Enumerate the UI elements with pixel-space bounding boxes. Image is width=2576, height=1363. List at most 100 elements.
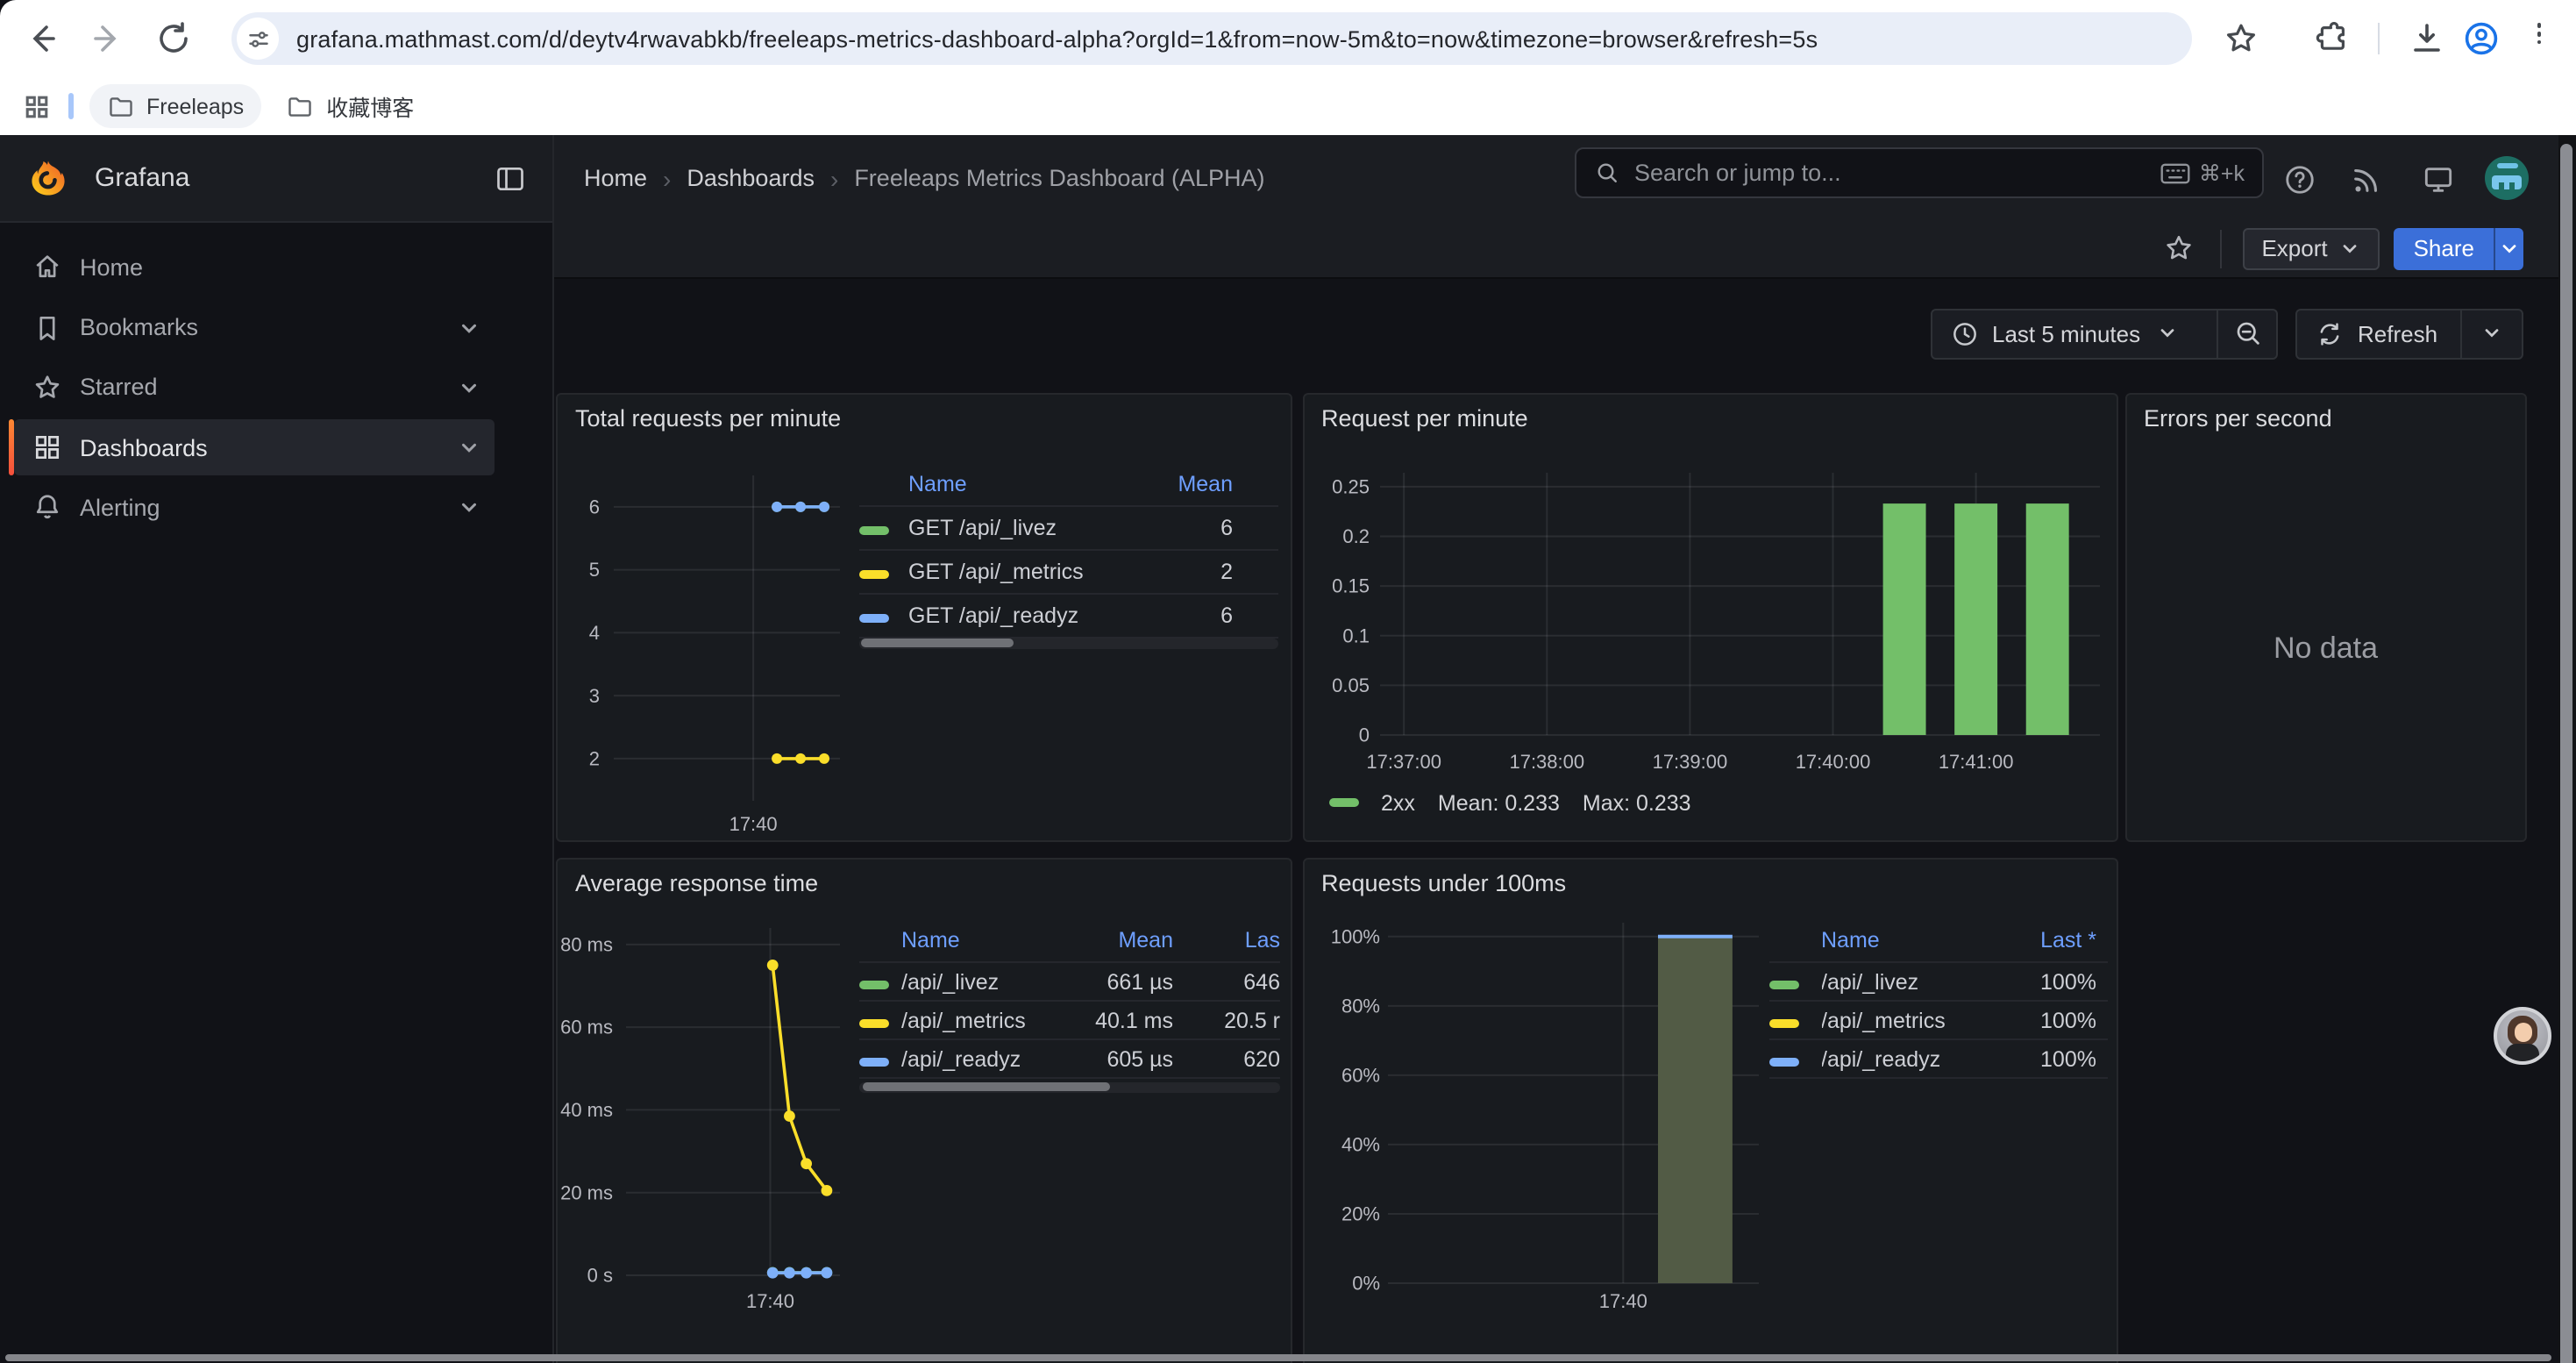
legend-row[interactable]: /api/_readyz100%: [1768, 1040, 2107, 1079]
reload-icon[interactable]: [154, 19, 193, 58]
sidebar-item-dashboards[interactable]: Dashboards: [13, 419, 494, 475]
svg-text:0.05: 0.05: [1331, 674, 1369, 696]
panel-avg-response-time: Average response time 80 ms60 ms40 ms20 …: [556, 858, 1292, 1363]
search-input[interactable]: Search or jump to... ⌘+k: [1575, 147, 2264, 198]
url-text[interactable]: grafana.mathmast.com/d/deytv4rwavabkb/fr…: [296, 25, 1818, 52]
clock-icon: [1952, 321, 1978, 347]
breadcrumb-home[interactable]: Home: [584, 165, 647, 191]
legend-row[interactable]: /api/_metrics40.1 ms20.5 r: [859, 1002, 1280, 1040]
column-header[interactable]: Mean: [1068, 927, 1173, 952]
panel-title[interactable]: Total requests per minute: [575, 404, 841, 431]
svg-text:17:40: 17:40: [729, 812, 778, 834]
export-button[interactable]: Export: [2242, 227, 2380, 270]
bookmarks-separator: [68, 93, 73, 119]
column-header[interactable]: Last *: [1996, 927, 2096, 952]
svg-text:0.15: 0.15: [1331, 574, 1369, 596]
chevron-down-icon[interactable]: [457, 496, 480, 519]
forward-icon[interactable]: [88, 19, 126, 58]
apps-grid-icon[interactable]: [21, 90, 53, 122]
chart-legend[interactable]: 2xx Mean: 0.233 Max: 0.233: [1328, 790, 1691, 815]
legend-row[interactable]: /api/_livez100%: [1768, 963, 2107, 1002]
share-menu-button[interactable]: [2494, 227, 2523, 270]
user-avatar[interactable]: [2485, 156, 2529, 200]
legend-table-header: NameMeanLas: [859, 917, 1280, 963]
assistant-avatar[interactable]: [2494, 1007, 2551, 1065]
panel-title[interactable]: Requests under 100ms: [1321, 870, 1566, 896]
svg-text:5: 5: [589, 558, 600, 580]
sidebar-toggle-icon[interactable]: [495, 162, 526, 194]
breadcrumb-dashboards[interactable]: Dashboards: [687, 165, 815, 191]
browser-menu-icon[interactable]: [2527, 19, 2551, 58]
chart-area[interactable]: 0.250.20.150.10.05017:37:0017:38:0017:39…: [1304, 394, 2119, 843]
news-rss-icon[interactable]: [2350, 162, 2383, 196]
legend-row[interactable]: /api/_readyz605 µs620: [859, 1040, 1280, 1079]
legend-series-name[interactable]: 2xx: [1381, 790, 1415, 815]
panel-title[interactable]: Errors per second: [2144, 404, 2332, 431]
sidebar-item-bookmarks[interactable]: Bookmarks: [13, 299, 494, 355]
sidebar-item-starred[interactable]: Starred: [13, 359, 494, 415]
panel-title[interactable]: Request per minute: [1321, 404, 1528, 431]
site-settings-icon[interactable]: [237, 18, 279, 60]
zoom-out-button[interactable]: [2217, 309, 2278, 359]
series-color-chip[interactable]: [859, 1018, 889, 1027]
bookmark-folder-blogs[interactable]: 收藏博客: [268, 84, 431, 128]
column-header[interactable]: Name: [1821, 927, 1996, 952]
help-icon[interactable]: [2283, 162, 2316, 196]
panel-title[interactable]: Average response time: [575, 870, 818, 896]
legend-max: Max: 0.233: [1583, 790, 1691, 815]
url-bar[interactable]: grafana.mathmast.com/d/deytv4rwavabkb/fr…: [231, 12, 2192, 65]
sidebar-item-alerting[interactable]: Alerting: [13, 479, 494, 535]
legend-row[interactable]: GET /api/_readyz6: [859, 594, 1278, 638]
legend-series-name: /api/_metrics: [1821, 1008, 1996, 1032]
extensions-icon[interactable]: [2313, 19, 2352, 58]
column-header[interactable]: Mean: [1156, 472, 1233, 496]
vertical-scrollbar-thumb[interactable]: [2560, 144, 2572, 1363]
column-header[interactable]: Name: [908, 472, 1156, 496]
svg-text:100%: 100%: [1330, 925, 1379, 947]
bookmark-star-icon[interactable]: [2222, 19, 2260, 58]
back-icon[interactable]: [23, 19, 61, 58]
grafana-logo[interactable]: [28, 158, 68, 198]
table-scrollbar[interactable]: [859, 638, 1278, 648]
vertical-scrollbar[interactable]: [2558, 135, 2576, 1363]
series-color-chip[interactable]: [859, 613, 889, 622]
sidebar-item-home[interactable]: Home: [13, 239, 494, 295]
bell-icon: [31, 491, 62, 523]
column-header[interactable]: Las: [1173, 927, 1280, 952]
legend-row[interactable]: GET /api/_livez6: [859, 506, 1278, 550]
profile-icon[interactable]: [2462, 19, 2501, 58]
legend-row[interactable]: GET /api/_metrics2: [859, 550, 1278, 594]
series-color-chip[interactable]: [1768, 1018, 1798, 1027]
refresh-button[interactable]: Refresh: [2295, 309, 2523, 359]
chevron-down-icon[interactable]: [457, 317, 480, 339]
chevron-down-icon[interactable]: [457, 376, 480, 399]
share-button[interactable]: Share: [2395, 227, 2494, 270]
series-color-chip[interactable]: [859, 1057, 889, 1066]
legend-row[interactable]: /api/_metrics100%: [1768, 1002, 2107, 1040]
browser-window: grafana.mathmast.com/d/deytv4rwavabkb/fr…: [0, 0, 2576, 1363]
table-scrollbar[interactable]: [859, 1081, 1280, 1092]
legend-series-name: /api/_livez: [901, 969, 1068, 994]
svg-text:17:40: 17:40: [1598, 1290, 1647, 1312]
bookmark-folder-freeleaps[interactable]: Freeleaps: [89, 84, 261, 128]
monitor-icon[interactable]: [2422, 162, 2455, 196]
toolbar-separator: [2378, 23, 2380, 54]
series-color-chip[interactable]: [859, 569, 889, 578]
series-color-chip[interactable]: [1768, 1057, 1798, 1066]
svg-text:0.25: 0.25: [1331, 475, 1369, 496]
series-color-chip[interactable]: [859, 980, 889, 988]
downloads-icon[interactable]: [2408, 19, 2446, 58]
series-color-chip[interactable]: [859, 525, 889, 534]
column-header[interactable]: Name: [901, 927, 1068, 952]
time-range-picker[interactable]: Last 5 minutes: [1931, 309, 2218, 359]
horizontal-scrollbar[interactable]: [5, 1353, 2551, 1361]
chevron-down-icon[interactable]: [457, 437, 480, 460]
favorite-star-icon[interactable]: [2161, 232, 2195, 266]
legend-value: 20.5 r: [1173, 1008, 1280, 1032]
series-color-chip[interactable]: [1768, 980, 1798, 988]
bookmark-icon: [31, 311, 62, 343]
chevron-down-icon: [2156, 324, 2177, 345]
chevron-down-icon[interactable]: [2481, 324, 2502, 345]
legend-series-name: /api/_metrics: [901, 1008, 1068, 1032]
legend-row[interactable]: /api/_livez661 µs646: [859, 963, 1280, 1002]
